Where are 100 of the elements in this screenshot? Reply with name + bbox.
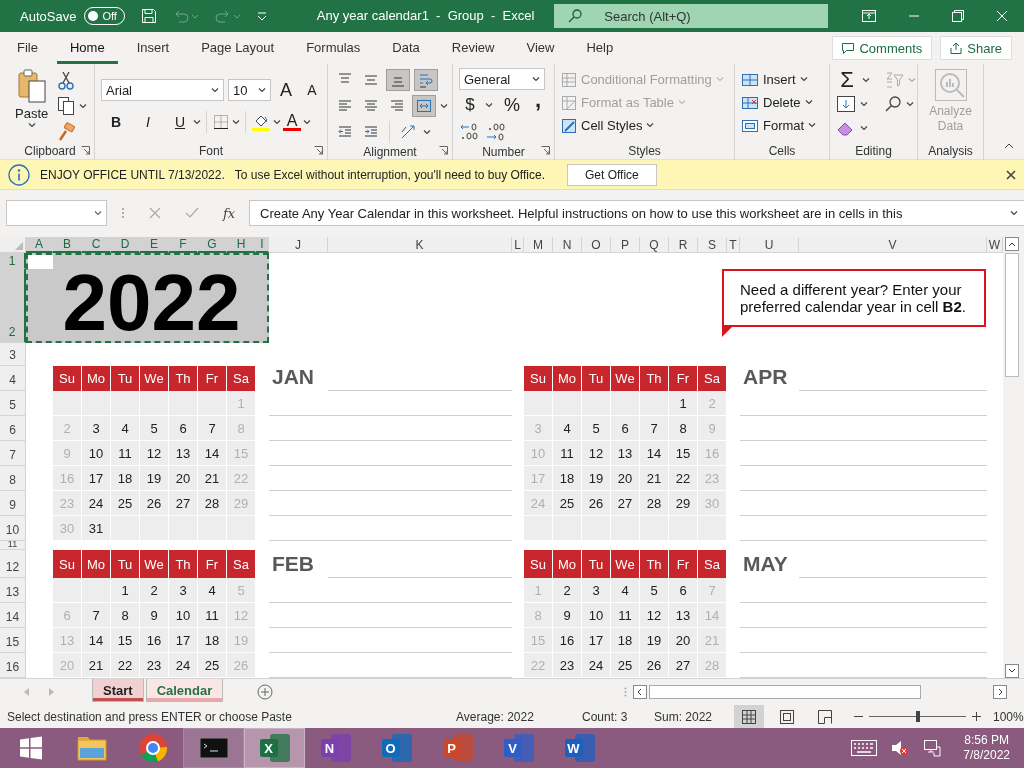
- restore-icon[interactable]: [952, 10, 964, 22]
- scroll-left-icon[interactable]: [633, 685, 647, 699]
- dialog-launcher-icon[interactable]: [439, 146, 448, 155]
- insert-function-button[interactable]: fx: [223, 205, 236, 221]
- bold-button[interactable]: B: [105, 111, 127, 133]
- browser-icon[interactable]: [137, 733, 168, 763]
- column-header[interactable]: E: [140, 237, 169, 253]
- ribbon-tab[interactable]: Data: [379, 34, 433, 64]
- network-icon[interactable]: [923, 739, 942, 757]
- new-sheet-icon[interactable]: [257, 684, 274, 700]
- date-cell[interactable]: 16: [553, 628, 582, 653]
- clock[interactable]: 8:56 PM 7/8/2022: [963, 733, 1010, 763]
- column-header[interactable]: I: [256, 237, 269, 253]
- column-header[interactable]: T: [727, 237, 740, 253]
- date-cell[interactable]: 5: [640, 578, 669, 603]
- date-cell[interactable]: 1: [669, 391, 698, 416]
- increase-decimal-icon[interactable]: [459, 122, 481, 142]
- cells-menu-button[interactable]: Delete: [741, 91, 817, 114]
- date-cell[interactable]: 7: [640, 416, 669, 441]
- ribbon-tab[interactable]: View: [513, 34, 568, 64]
- date-cell[interactable]: 15: [669, 441, 698, 466]
- date-cell[interactable]: 12: [140, 441, 169, 466]
- date-cell[interactable]: 24: [582, 653, 611, 678]
- date-cell[interactable]: 23: [553, 653, 582, 678]
- date-cell[interactable]: 1: [111, 578, 140, 603]
- row-header[interactable]: 6: [0, 416, 26, 441]
- date-cell[interactable]: 24: [169, 653, 198, 678]
- keyboard-icon[interactable]: [851, 740, 878, 756]
- date-cell[interactable]: 3: [82, 416, 111, 441]
- styles-menu-button[interactable]: Cell Styles: [561, 114, 724, 137]
- date-cell[interactable]: 10: [169, 603, 198, 628]
- column-header[interactable]: F: [169, 237, 198, 253]
- decrease-decimal-icon[interactable]: [485, 122, 507, 142]
- column-header[interactable]: D: [111, 237, 140, 253]
- share-icon[interactable]: [950, 42, 963, 54]
- date-cell[interactable]: 13: [169, 441, 198, 466]
- font-size-dropdown[interactable]: 10: [228, 79, 271, 101]
- date-cell[interactable]: 9: [140, 603, 169, 628]
- date-cell[interactable]: 8: [111, 603, 140, 628]
- date-cell[interactable]: 17: [169, 628, 198, 653]
- date-cell[interactable]: 27: [669, 653, 698, 678]
- date-cell[interactable]: 29: [669, 491, 698, 516]
- ribbon-tab[interactable]: Formulas: [293, 34, 374, 64]
- column-header[interactable]: N: [553, 237, 582, 253]
- date-cell[interactable]: 3: [169, 578, 198, 603]
- date-cell[interactable]: 18: [111, 466, 140, 491]
- font-name-dropdown[interactable]: Arial: [101, 79, 224, 101]
- date-cell[interactable]: 18: [553, 466, 582, 491]
- date-cell[interactable]: 20: [611, 466, 640, 491]
- row-header[interactable]: 13: [0, 578, 26, 603]
- scroll-thumb[interactable]: [1004, 253, 1019, 377]
- date-cell[interactable]: 6: [169, 416, 198, 441]
- date-cell[interactable]: 7: [82, 603, 111, 628]
- cells-menu-button[interactable]: Format: [741, 114, 817, 137]
- date-cell[interactable]: 11: [111, 441, 140, 466]
- folder-icon[interactable]: [75, 734, 108, 762]
- date-cell[interactable]: 6: [669, 578, 698, 603]
- date-cell[interactable]: 25: [553, 491, 582, 516]
- terminal-icon[interactable]: [198, 736, 229, 760]
- row-header[interactable]: 2: [0, 269, 26, 343]
- comment-icon[interactable]: [842, 42, 855, 54]
- date-cell[interactable]: 21: [640, 466, 669, 491]
- column-header[interactable]: H: [227, 237, 256, 253]
- vertical-scrollbar[interactable]: [1003, 237, 1024, 678]
- row-header[interactable]: 15: [0, 628, 26, 653]
- date-cell[interactable]: 11: [611, 603, 640, 628]
- row-header[interactable]: 7: [0, 441, 26, 466]
- scissors-icon[interactable]: [57, 70, 76, 90]
- font-color-button[interactable]: A: [283, 113, 301, 131]
- cells-menu-button[interactable]: Insert: [741, 68, 817, 91]
- date-cell[interactable]: 14: [640, 441, 669, 466]
- volume-muted-icon[interactable]: [891, 740, 910, 756]
- sheet-tab[interactable]: Calendar: [145, 679, 224, 702]
- shrink-font-button[interactable]: A: [301, 79, 323, 101]
- column-header[interactable]: S: [698, 237, 727, 253]
- date-cell[interactable]: 26: [582, 491, 611, 516]
- dialog-launcher-icon[interactable]: [314, 146, 323, 155]
- alignment-button[interactable]: [412, 95, 436, 117]
- date-cell[interactable]: 19: [640, 628, 669, 653]
- save-icon[interactable]: [140, 8, 157, 24]
- selected-range[interactable]: 2022: [26, 253, 269, 343]
- zoom-level[interactable]: 100%: [993, 709, 1024, 724]
- column-header[interactable]: M: [524, 237, 553, 253]
- start-icon[interactable]: [18, 736, 43, 760]
- sheet-tab[interactable]: Start: [92, 679, 144, 702]
- column-header[interactable]: C: [82, 237, 111, 253]
- date-cell[interactable]: 4: [611, 578, 640, 603]
- percent-button[interactable]: %: [501, 94, 523, 116]
- date-cell[interactable]: 6: [611, 416, 640, 441]
- date-cell[interactable]: 5: [140, 416, 169, 441]
- date-cell[interactable]: 16: [140, 628, 169, 653]
- date-cell[interactable]: 26: [140, 491, 169, 516]
- column-header[interactable]: P: [611, 237, 640, 253]
- column-header[interactable]: U: [740, 237, 799, 253]
- grow-font-button[interactable]: A: [275, 79, 297, 101]
- date-cell[interactable]: 3: [582, 578, 611, 603]
- paste-button[interactable]: Paste: [12, 68, 52, 142]
- customize-toolbar-icon[interactable]: [256, 11, 267, 21]
- formula-field[interactable]: Create Any Year Calendar in this worksheet. Helpful instructions on how to use this worksheet are in cells in this: [249, 200, 1024, 226]
- date-cell[interactable]: 8: [669, 416, 698, 441]
